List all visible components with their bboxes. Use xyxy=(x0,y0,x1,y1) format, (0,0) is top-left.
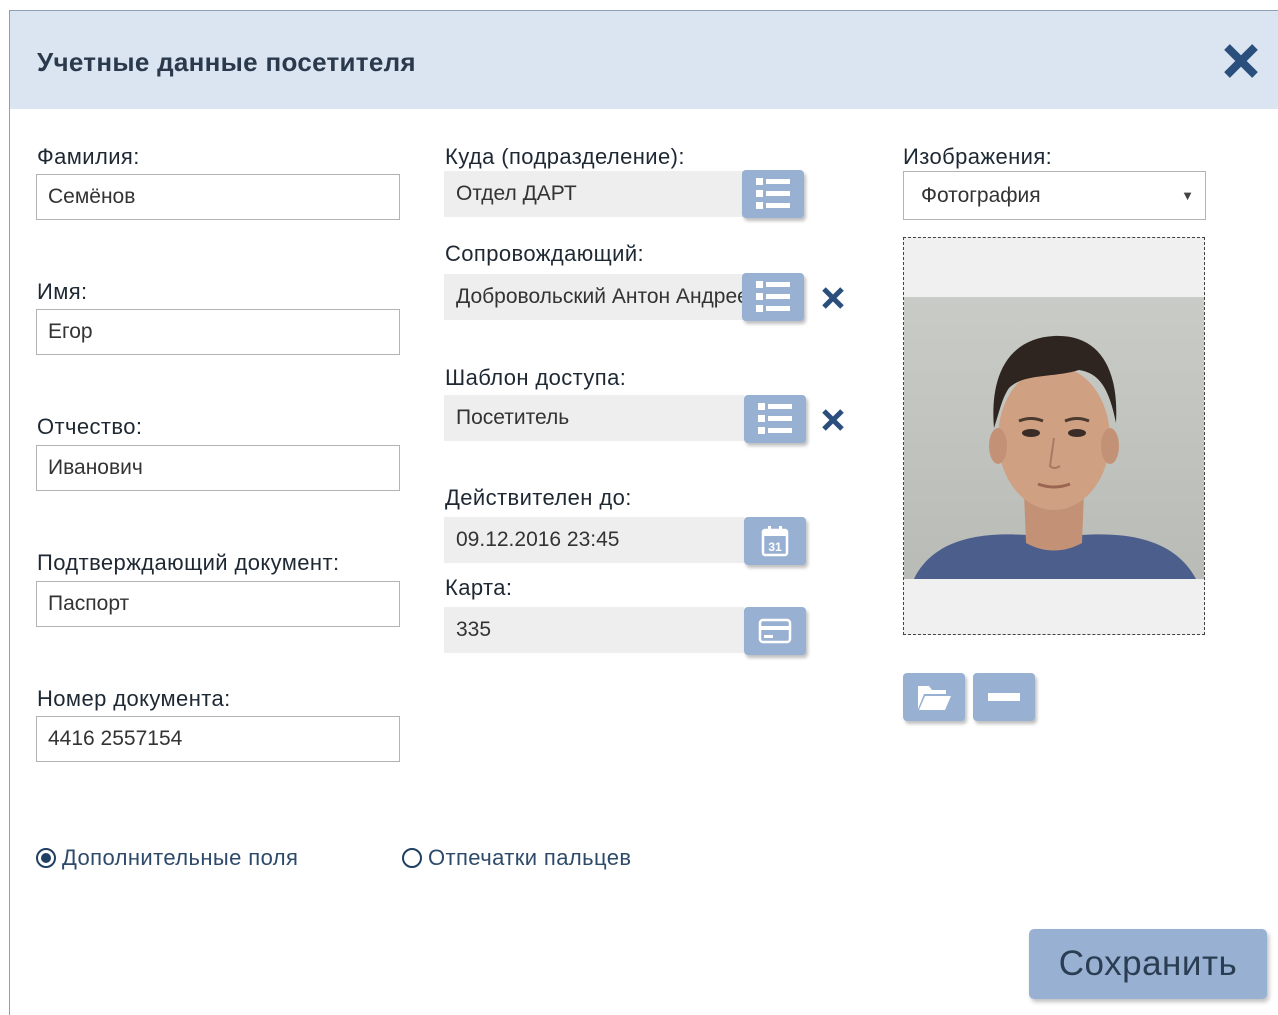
dialog-titlebar: Учетные данные посетителя xyxy=(10,11,1278,109)
images-select[interactable]: Фотография ▼ xyxy=(903,171,1206,220)
escort-clear-button[interactable] xyxy=(820,285,846,311)
radio-fingerprints[interactable]: Отпечатки пальцев xyxy=(402,845,631,871)
escort-select-button[interactable] xyxy=(742,273,804,321)
valid-until-field: 09.12.2016 23:45 xyxy=(444,517,744,563)
calendar-button[interactable]: 31 xyxy=(744,517,806,565)
access-template-label: Шаблон доступа: xyxy=(445,365,627,390)
list-icon xyxy=(756,178,790,209)
visitor-photo xyxy=(904,238,1204,634)
radio-additional-fields[interactable]: Дополнительные поля xyxy=(36,845,298,871)
name-input[interactable]: Егор xyxy=(36,309,400,355)
folder-icon xyxy=(918,686,951,710)
patronymic-input[interactable]: Иванович xyxy=(36,445,400,491)
close-icon xyxy=(1224,44,1258,78)
images-select-value: Фотография xyxy=(921,184,1041,207)
list-icon xyxy=(756,281,790,312)
remove-photo-button[interactable] xyxy=(973,673,1035,721)
document-input[interactable]: Паспорт xyxy=(36,581,400,627)
escort-label: Сопровождающий: xyxy=(445,241,645,266)
document-label: Подтверждающий документ: xyxy=(37,550,340,575)
access-template-field: Посетитель xyxy=(444,395,744,441)
save-button[interactable]: Сохранить xyxy=(1029,929,1267,999)
radio-unselected-icon xyxy=(402,848,422,868)
svg-text:31: 31 xyxy=(768,540,782,554)
photo-frame xyxy=(903,237,1205,635)
surname-label: Фамилия: xyxy=(37,144,140,169)
access-template-select-button[interactable] xyxy=(744,395,806,443)
close-icon xyxy=(822,409,844,431)
radio-fingerprints-label: Отпечатки пальцев xyxy=(428,845,632,870)
card-button[interactable] xyxy=(744,607,806,655)
images-label: Изображения: xyxy=(903,144,1053,169)
close-icon xyxy=(822,287,844,309)
load-photo-button[interactable] xyxy=(903,673,965,721)
card-field: 335 xyxy=(444,607,744,653)
access-template-clear-button[interactable] xyxy=(820,407,846,433)
chevron-down-icon: ▼ xyxy=(1181,188,1194,203)
card-label: Карта: xyxy=(445,575,513,600)
department-label: Куда (подразделение): xyxy=(445,144,685,169)
radio-additional-fields-label: Дополнительные поля xyxy=(62,845,299,870)
escort-field: Добровольский Антон Андреевич xyxy=(444,274,744,320)
close-button[interactable] xyxy=(1221,41,1261,81)
document-number-input[interactable]: 4416 2557154 xyxy=(36,716,400,762)
valid-until-label: Действителен до: xyxy=(445,485,632,510)
list-icon xyxy=(758,403,792,434)
card-icon xyxy=(758,618,792,644)
document-number-label: Номер документа: xyxy=(37,686,231,711)
department-select-button[interactable] xyxy=(742,170,804,218)
calendar-icon: 31 xyxy=(761,526,789,557)
minus-icon xyxy=(988,693,1020,701)
surname-input[interactable]: Семёнов xyxy=(36,174,400,220)
dialog-title: Учетные данные посетителя xyxy=(37,47,416,77)
visitor-dialog: Учетные данные посетителя Фамилия: Семён… xyxy=(9,10,1278,1015)
name-label: Имя: xyxy=(37,279,88,304)
department-field: Отдел ДАРТ xyxy=(444,171,744,217)
patronymic-label: Отчество: xyxy=(37,414,143,439)
radio-selected-icon xyxy=(36,848,56,868)
